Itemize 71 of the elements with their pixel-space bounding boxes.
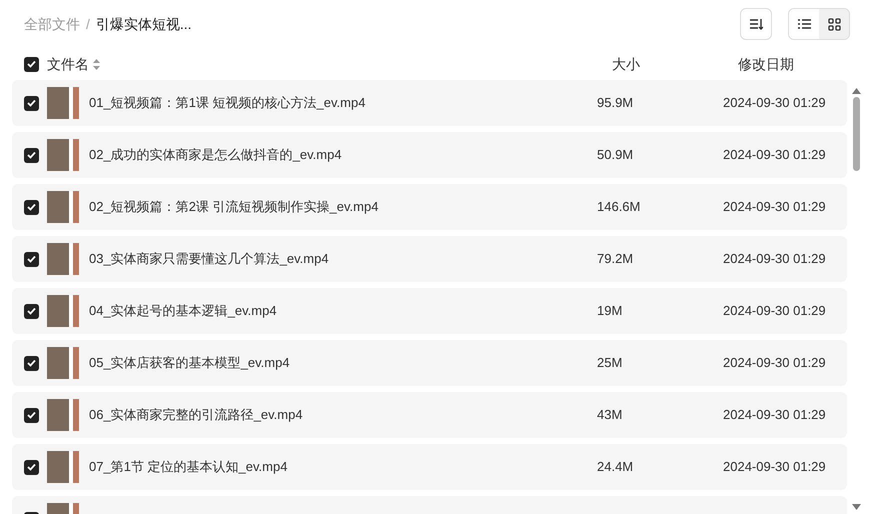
- row-checkbox[interactable]: [24, 200, 39, 214]
- row-checkbox[interactable]: [24, 304, 39, 318]
- column-header: 修改日期: [738, 54, 795, 74]
- file-size: 95.9M: [597, 94, 634, 112]
- file-name[interactable]: 06_实体商家完整的引流路径_ev.mp4: [89, 405, 303, 425]
- list-icon: [798, 19, 810, 29]
- file-size: 50.9M: [597, 146, 634, 164]
- file-name[interactable]: 04_实体起号的基本逻辑_ev.mp4: [89, 301, 277, 321]
- file-size: 146.6M: [597, 198, 642, 216]
- breadcrumb-link[interactable]: 引爆实体短视...: [96, 14, 192, 34]
- file-row[interactable]: 02_短视频篇：第2课 引流短视频制作实操_ev.mp4 146.6M 2024-09-30 01:29: [12, 184, 847, 230]
- checkmark-icon: [27, 359, 36, 367]
- file-name[interactable]: 05_实体店获客的基本模型_ev.mp4: [89, 353, 290, 373]
- file-size: 24.4M: [597, 458, 634, 476]
- row-checkbox[interactable]: [24, 356, 39, 370]
- video-thumbnail: [47, 451, 79, 483]
- file-size: 43M: [597, 406, 624, 424]
- file-row[interactable]: 06_实体商家完整的引流路径_ev.mp4 43M 2024-09-30 01:29: [12, 392, 847, 438]
- file-name[interactable]: 03_实体商家只需要懂这几个算法_ev.mp4: [89, 249, 329, 269]
- checkmark-icon: [27, 255, 36, 263]
- checkmark-icon: [27, 99, 36, 107]
- modified-date: 2024-09-30 01:29: [723, 146, 827, 164]
- file-row[interactable]: 07_第1节 定位的基本认知_ev.mp4 24.4M 2024-09-30 01:29: [12, 444, 847, 490]
- video-thumbnail: [47, 243, 79, 275]
- row-checkbox[interactable]: [24, 148, 39, 162]
- modified-date: 2024-09-30 01:29: [723, 406, 827, 424]
- column-header[interactable]: 文件名: [47, 54, 89, 74]
- modified-date: 2024-09-30 01:29: [723, 198, 827, 216]
- checkmark-icon: [27, 151, 36, 159]
- sort-button[interactable]: [740, 8, 772, 40]
- file-name[interactable]: 01_短视频篇：第1课 短视频的核心方法_ev.mp4: [89, 93, 366, 113]
- column-header: 大小: [612, 54, 641, 74]
- modified-date: 2024-09-30 01:29: [723, 354, 827, 372]
- video-thumbnail: [47, 295, 79, 327]
- checkmark-icon: [27, 463, 36, 471]
- checkmark-icon: [27, 411, 36, 419]
- file-row[interactable]: 03_实体商家只需要懂这几个算法_ev.mp4 79.2M 2024-09-30 01:29: [12, 236, 847, 282]
- row-checkbox[interactable]: [24, 96, 39, 110]
- video-thumbnail: [47, 347, 79, 379]
- row-checkbox[interactable]: [24, 460, 39, 474]
- modified-date: 2024-09-30 01:29: [723, 250, 827, 268]
- modified-date: 2024-09-30 01:29: [723, 94, 827, 112]
- checkmark-icon: [27, 203, 36, 211]
- checkmark-icon: [27, 60, 36, 68]
- modified-date: 2024-09-30 01:29: [723, 458, 827, 476]
- grid-view-button[interactable]: [819, 9, 849, 39]
- select-all-checkbox[interactable]: [24, 56, 39, 72]
- modified-date: 2024-09-30 01:29: [723, 302, 827, 320]
- file-row[interactable]: 02_成功的实体商家是怎么做抖音的_ev.mp4 50.9M 2024-09-30 01:29: [12, 132, 847, 178]
- breadcrumb-separator: /: [86, 14, 90, 34]
- video-thumbnail: [47, 191, 79, 223]
- sort-arrows-icon[interactable]: [93, 58, 100, 70]
- file-row[interactable]: 04_实体起号的基本逻辑_ev.mp4 19M 2024-09-30 01:29: [12, 288, 847, 334]
- video-thumbnail: [47, 399, 79, 431]
- checkmark-icon: [27, 307, 36, 315]
- video-thumbnail: [47, 87, 79, 119]
- sort-icon: [749, 18, 763, 30]
- row-checkbox[interactable]: [24, 252, 39, 266]
- file-name[interactable]: 02_成功的实体商家是怎么做抖音的_ev.mp4: [89, 145, 342, 165]
- file-name[interactable]: 02_短视频篇：第2课 引流短视频制作实操_ev.mp4: [89, 197, 378, 217]
- file-size: 19M: [597, 302, 624, 320]
- grid-icon: [828, 18, 840, 30]
- scroll-down-icon[interactable]: [852, 504, 860, 510]
- file-row[interactable]: 05_实体店获客的基本模型_ev.mp4 25M 2024-09-30 01:29: [12, 340, 847, 386]
- file-size: 25M: [597, 354, 624, 372]
- row-checkbox[interactable]: [24, 408, 39, 422]
- scroll-up-icon[interactable]: [852, 88, 860, 94]
- file-row[interactable]: 01_短视频篇：第1课 短视频的核心方法_ev.mp4 95.9M 2024-09-30 01:29: [12, 80, 847, 126]
- video-thumbnail: [47, 139, 79, 171]
- file-size: 79.2M: [597, 250, 634, 268]
- file-name[interactable]: 07_第1节 定位的基本认知_ev.mp4: [89, 457, 288, 477]
